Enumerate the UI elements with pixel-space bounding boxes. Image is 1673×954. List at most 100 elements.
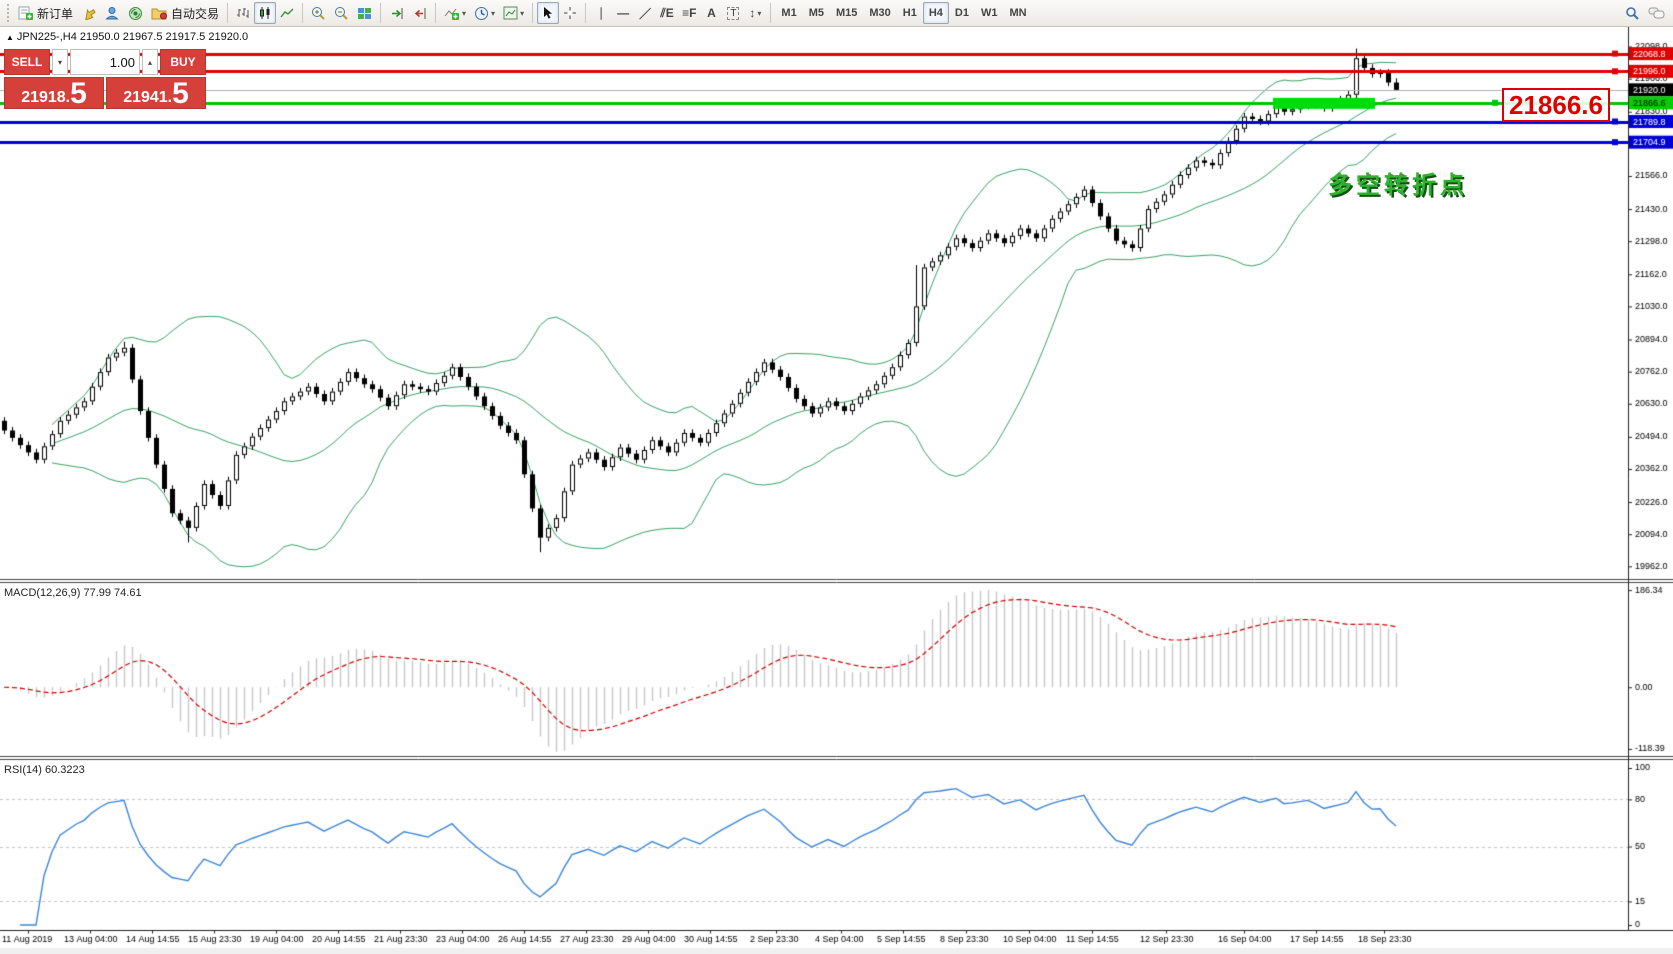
buy-price-main: 21941. [123, 90, 172, 106]
buy-button[interactable]: BUY [160, 49, 206, 75]
price-callout-box[interactable]: 21866.6 [1502, 88, 1610, 122]
indicators-icon [444, 6, 460, 21]
history-center-button[interactable] [77, 2, 101, 24]
auto-scroll-button[interactable] [385, 2, 408, 24]
crosshair-button[interactable] [559, 2, 581, 24]
autotrading-label: 自动交易 [171, 5, 219, 22]
toolbar-separator [532, 3, 533, 23]
caret-down-icon: ▾ [462, 9, 466, 18]
chart-window: ▲JPN225-,H4 21950.0 21967.5 21917.5 2192… [0, 27, 1673, 954]
timeframe-h1-button[interactable]: H1 [897, 2, 923, 24]
search-button[interactable] [1621, 2, 1644, 24]
chart-shift-icon [412, 7, 427, 20]
label-tool-icon: T [727, 7, 739, 20]
zoom-out-button[interactable] [330, 2, 353, 24]
timeframe-mn-button[interactable]: MN [1003, 2, 1032, 24]
zoom-in-icon [311, 6, 326, 21]
signal-icon [128, 6, 143, 21]
clock-icon [474, 6, 489, 21]
caret-down-icon: ▾ [757, 9, 761, 18]
signals-button[interactable] [124, 2, 147, 24]
channel-icon: ⫽E [660, 6, 673, 21]
symbol-ohlc-text: JPN225-,H4 21950.0 21967.5 21917.5 21920… [17, 31, 248, 43]
timeframe-m1-button[interactable]: M1 [775, 2, 802, 24]
bar-chart-button[interactable] [232, 2, 254, 24]
main-toolbar: 新订单 自动交易 [0, 0, 1673, 27]
label-tool[interactable]: T [722, 2, 744, 24]
vertical-line-tool[interactable]: ｜ [590, 2, 612, 24]
candlestick-icon [258, 6, 272, 20]
caret-down-icon: ▾ [491, 9, 495, 18]
templates-button[interactable]: ▾ [499, 2, 528, 24]
timeframe-m30-button[interactable]: M30 [863, 2, 896, 24]
toolbar-separator [380, 3, 381, 23]
text-tool-icon: A [707, 6, 716, 20]
line-chart-icon [280, 6, 294, 20]
timeframe-m15-button[interactable]: M15 [830, 2, 863, 24]
fibonacci-tool[interactable]: ≡F [678, 2, 700, 24]
toolbar-separator [770, 3, 771, 23]
zoom-in-button[interactable] [307, 2, 330, 24]
toolbar-separator [302, 3, 303, 23]
sell-price-button[interactable]: 21918.5 [4, 77, 104, 109]
new-order-button[interactable]: 新订单 [14, 2, 77, 24]
yellow-arrow-icon [81, 6, 97, 20]
text-tool[interactable]: A [700, 2, 722, 24]
volume-stepper: ▾ ▴ [52, 49, 158, 75]
arrows-tool[interactable]: ↕ ▾ [744, 2, 766, 24]
cursor-icon [542, 6, 554, 20]
trendline-icon: ／ [639, 5, 651, 22]
toolbar-separator [227, 3, 228, 23]
caret-down-icon: ▾ [520, 9, 524, 18]
chart-shift-button[interactable] [408, 2, 431, 24]
zoom-out-icon [334, 6, 349, 21]
auto-scroll-icon [389, 7, 404, 20]
toolbar-separator [435, 3, 436, 23]
autotrading-icon [151, 6, 168, 20]
collapse-arrow-icon[interactable]: ▲ [6, 33, 14, 42]
buy-price-button[interactable]: 21941.5 [106, 77, 206, 109]
autotrading-button[interactable]: 自动交易 [147, 2, 223, 24]
channel-tool[interactable]: ⫽E [656, 2, 678, 24]
vertical-line-icon: ｜ [595, 5, 607, 22]
horizontal-line-tool[interactable]: — [612, 2, 634, 24]
chat-icon [1648, 6, 1665, 20]
line-chart-button[interactable] [276, 2, 298, 24]
trendline-tool[interactable]: ／ [634, 2, 656, 24]
person-icon [105, 6, 120, 21]
crosshair-icon [563, 6, 577, 20]
fibonacci-icon: ≡F [682, 6, 696, 20]
turning-point-annotation[interactable]: 多空转折点 [1328, 165, 1468, 200]
tile-windows-icon [357, 7, 372, 20]
chat-button[interactable] [1644, 2, 1669, 24]
timeframe-m5-button[interactable]: M5 [803, 2, 830, 24]
sell-price-big: 5 [70, 81, 87, 107]
timeframe-d1-button[interactable]: D1 [949, 2, 975, 24]
timeframe-h4-button[interactable]: H4 [923, 2, 949, 24]
volume-increase-button[interactable]: ▴ [142, 49, 158, 75]
tile-windows-button[interactable] [353, 2, 376, 24]
sell-button[interactable]: SELL [4, 49, 50, 75]
timeframe-w1-button[interactable]: W1 [975, 2, 1004, 24]
toolbar-separator [585, 3, 586, 23]
indicators-button[interactable]: ▾ [440, 2, 470, 24]
volume-input[interactable] [70, 49, 140, 75]
horizontal-line-icon: — [617, 6, 629, 20]
macd-label: MACD(12,26,9) 77.99 74.61 [4, 587, 142, 599]
search-icon [1625, 6, 1640, 21]
candlestick-chart-button[interactable] [254, 2, 276, 24]
arrows-icon: ↕ [749, 6, 755, 20]
periods-button[interactable]: ▾ [470, 2, 499, 24]
new-order-label: 新订单 [37, 5, 73, 22]
cursor-button[interactable] [537, 2, 559, 24]
rsi-label: RSI(14) 60.3223 [4, 764, 85, 776]
sell-price-main: 21918. [21, 90, 70, 106]
buy-price-big: 5 [172, 81, 189, 107]
symbol-header: ▲JPN225-,H4 21950.0 21967.5 21917.5 2192… [6, 31, 248, 43]
accounts-button[interactable] [101, 2, 124, 24]
volume-decrease-button[interactable]: ▾ [52, 49, 68, 75]
one-click-trade-panel: SELL ▾ ▴ BUY 21918.5 21941.5 [4, 49, 206, 109]
new-order-icon [18, 5, 34, 21]
template-icon [503, 6, 518, 20]
bar-chart-icon [236, 6, 250, 20]
